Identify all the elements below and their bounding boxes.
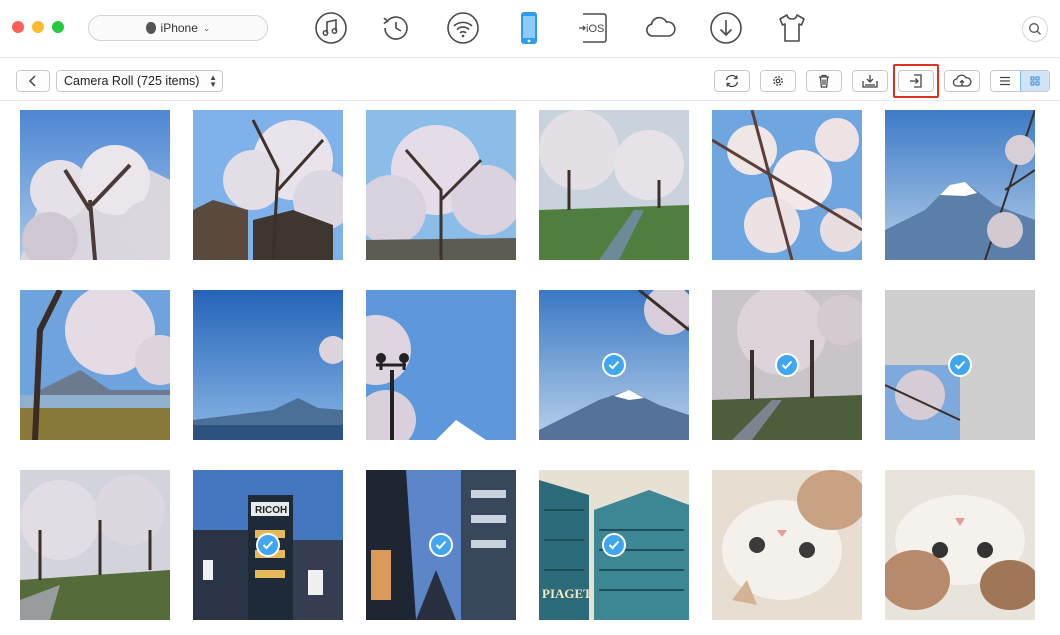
search-button[interactable] [1022,16,1048,42]
apple-icon [145,22,156,34]
photo-tile[interactable] [193,110,343,260]
photo-tile[interactable] [366,470,516,620]
grid-view-button[interactable] [1019,71,1049,91]
album-selector[interactable]: Camera Roll (725 items) ▲ ▼ [56,70,223,92]
ios-label: iOS [586,23,604,35]
photo-tile[interactable] [712,110,862,260]
photo-tile[interactable] [712,470,862,620]
search-icon [1029,23,1041,35]
download-icon[interactable] [708,10,744,46]
selected-check-icon [429,533,453,557]
piaget-sign-text: PIAGET [542,586,592,601]
selected-check-icon [775,353,799,377]
photo-tile[interactable] [366,110,516,260]
selected-check-icon [948,353,972,377]
photo-tile[interactable] [539,290,689,440]
settings-icon [773,76,783,86]
back-button[interactable] [16,70,50,92]
photo-tile[interactable] [885,470,1035,620]
photo-tile[interactable] [20,290,170,440]
selected-check-icon [602,353,626,377]
refresh-icon [725,74,739,88]
photo-tile[interactable] [20,110,170,260]
photo-tile[interactable]: RICOH [193,470,343,620]
view-toggle [990,70,1050,92]
list-view-button[interactable] [991,71,1020,91]
ios-transfer-icon[interactable]: iOS [576,10,612,46]
device-name: iPhone [160,21,198,35]
album-label: Camera Roll (725 items) [64,74,200,88]
upload-cloud-button[interactable] [944,70,980,92]
wifi-icon[interactable] [445,10,481,46]
top-bar: iPhone ⌄ iOS [0,0,1060,58]
updown-icon: ▲ ▼ [209,73,217,89]
ricoh-sign-text: RICOH [255,505,287,516]
phone-icon[interactable] [511,10,547,46]
device-selector[interactable]: iPhone ⌄ [88,15,268,41]
photo-tile[interactable] [885,110,1035,260]
tshirt-icon[interactable] [774,10,810,46]
photo-tile[interactable] [366,290,516,440]
photo-tile[interactable] [712,290,862,440]
minimize-window-button[interactable] [32,21,44,33]
photo-tile[interactable] [885,290,1035,440]
chevron-down-icon: ⌄ [202,22,211,33]
photo-tile[interactable] [20,470,170,620]
export-to-computer-button[interactable] [852,70,888,92]
list-icon [1000,76,1011,86]
cloud-icon[interactable] [642,10,678,46]
photo-tile[interactable] [193,290,343,440]
zoom-window-button[interactable] [52,21,64,33]
settings-button[interactable] [760,70,796,92]
delete-button[interactable] [806,70,842,92]
music-icon[interactable] [313,10,349,46]
highlight-box [893,64,939,98]
history-icon[interactable] [378,10,414,46]
photo-tile[interactable] [539,110,689,260]
photo-tile[interactable]: PIAGET [539,470,689,620]
chevron-left-icon [28,75,36,87]
grid-icon [1030,76,1040,86]
selected-check-icon [602,533,626,557]
upload-cloud-icon [952,74,972,87]
selected-check-icon [256,533,280,557]
export-to-computer-icon [862,75,878,88]
refresh-button[interactable] [714,70,750,92]
close-window-button[interactable] [12,21,24,33]
delete-icon [819,74,829,88]
